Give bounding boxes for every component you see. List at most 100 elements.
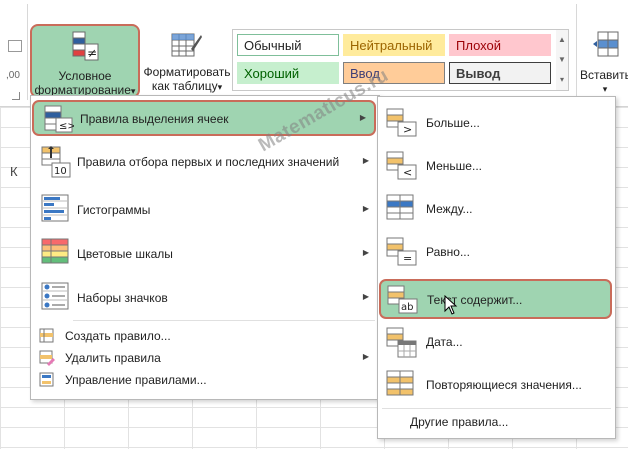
label-line1: Условное	[58, 69, 112, 83]
submenu-item-more-rules[interactable]: Другие правила...	[378, 410, 613, 436]
menu-item-label: Создать правило...	[65, 329, 171, 343]
equal-to-icon: =	[386, 237, 417, 266]
number-format-dropdown[interactable]	[8, 40, 22, 52]
group-separator	[576, 4, 577, 100]
menu-separator	[73, 320, 375, 321]
svg-text:≠: ≠	[87, 46, 97, 60]
mouse-cursor-icon	[444, 295, 458, 315]
submenu-arrow-icon: ▶	[362, 248, 369, 257]
data-bars-icon	[41, 194, 69, 222]
date-occurring-icon	[386, 327, 417, 358]
top-bottom-rules-icon: 10	[41, 146, 71, 178]
menu-item-label: Управление правилами...	[65, 373, 207, 387]
submenu-item-label: Текст содержит...	[427, 293, 523, 307]
submenu-item-text-contains[interactable]: ab Текст содержит...	[379, 279, 612, 319]
style-normal[interactable]: Обычный	[237, 34, 339, 56]
submenu-item-between[interactable]: Между...	[378, 189, 613, 229]
manage-rules-icon	[39, 372, 54, 387]
submenu-arrow-icon: ▶	[362, 204, 369, 213]
submenu-item-label: Другие правила...	[410, 415, 509, 429]
menu-item-label: Цветовые шкалы	[77, 247, 173, 261]
style-label: Вывод	[456, 66, 501, 81]
conditional-formatting-label: Условное форматирование▾	[32, 69, 138, 98]
style-label: Плохой	[456, 38, 502, 53]
menu-item-icon-sets[interactable]: Наборы значков ▶	[31, 280, 377, 314]
conditional-formatting-icon: ≠	[72, 31, 99, 61]
submenu-arrow-icon: ▶	[362, 352, 369, 361]
style-bad[interactable]: Плохой	[449, 34, 551, 56]
ribbon: ,00 ≠ Условное форматирование▾ Форматиро…	[0, 0, 628, 107]
icon-sets-icon	[41, 282, 69, 310]
menu-item-label: Наборы значков	[77, 291, 168, 305]
number-format-group: ,00	[0, 0, 26, 106]
style-label: Хороший	[244, 66, 300, 81]
dialog-launcher-icon[interactable]	[12, 92, 20, 100]
menu-item-new-rule[interactable]: Создать правило...	[31, 325, 377, 347]
submenu-item-date-occurring[interactable]: Дата...	[378, 322, 613, 362]
style-label: Нейтральный	[350, 38, 433, 53]
label-line2: как таблицу	[151, 79, 218, 93]
conditional-formatting-menu: ≤> Правила выделения ячеек ▶ 10 Правила …	[30, 95, 380, 400]
gallery-more-icon[interactable]: ▾	[556, 70, 568, 90]
style-output[interactable]: Вывод	[449, 62, 551, 84]
svg-text:≤>: ≤>	[59, 121, 74, 132]
gallery-scroll[interactable]: ▲ ▼ ▾	[556, 29, 569, 91]
svg-text:10: 10	[54, 166, 67, 177]
submenu-item-label: Между...	[426, 202, 473, 216]
insert-text: Вставить	[580, 68, 628, 82]
format-as-table-button[interactable]: Форматировать как таблицу▾	[143, 28, 231, 98]
decrease-decimal-label[interactable]: ,00	[6, 70, 20, 81]
submenu-arrow-icon: ▶	[362, 156, 369, 165]
format-as-table-label: Форматировать как таблицу▾	[143, 65, 231, 94]
less-than-icon: <	[386, 151, 417, 180]
menu-item-label: Правила отбора первых и последних значен…	[77, 155, 340, 169]
menu-item-manage-rules[interactable]: Управление правилами...	[31, 369, 377, 391]
conditional-formatting-button[interactable]: ≠ Условное форматирование▾	[30, 24, 140, 98]
submenu-item-label: Дата...	[426, 335, 463, 349]
group-separator	[27, 4, 28, 100]
style-label: Обычный	[244, 38, 302, 53]
insert-cells-icon	[593, 31, 619, 57]
submenu-item-greater-than[interactable]: > Больше...	[378, 103, 613, 143]
duplicate-values-icon	[386, 370, 414, 396]
svg-text:<: <	[403, 166, 412, 179]
submenu-arrow-icon: ▶	[362, 292, 369, 301]
menu-item-label: Удалить правила	[65, 351, 161, 365]
menu-item-data-bars[interactable]: Гистограммы ▶	[31, 192, 377, 226]
menu-item-label: Гистограммы	[77, 203, 151, 217]
format-as-table-icon	[171, 33, 202, 57]
submenu-item-label: Равно...	[426, 245, 470, 259]
style-neutral[interactable]: Нейтральный	[343, 34, 445, 56]
dropdown-arrow-icon: ▾	[217, 82, 223, 92]
svg-text:>: >	[403, 123, 412, 136]
submenu-item-label: Меньше...	[426, 159, 482, 173]
insert-cells-button[interactable]: Вставить ▾	[580, 30, 628, 96]
color-scales-icon	[41, 238, 69, 264]
submenu-arrow-icon: ▶	[359, 113, 366, 122]
scroll-down-icon[interactable]: ▼	[556, 50, 568, 70]
menu-item-clear-rules[interactable]: Удалить правила ▶	[31, 347, 377, 369]
highlight-cells-rules-icon: ≤>	[44, 105, 74, 133]
scroll-up-icon[interactable]: ▲	[556, 30, 568, 50]
between-icon	[386, 194, 414, 220]
svg-text:ab: ab	[401, 302, 413, 313]
label-line1: Форматировать	[143, 65, 231, 79]
style-good[interactable]: Хороший	[237, 62, 339, 84]
submenu-item-less-than[interactable]: < Меньше...	[378, 146, 613, 186]
greater-than-icon: >	[386, 108, 417, 137]
submenu-item-label: Больше...	[426, 116, 480, 130]
menu-item-color-scales[interactable]: Цветовые шкалы ▶	[31, 236, 377, 270]
submenu-item-label: Повторяющиеся значения...	[426, 378, 582, 392]
clear-rules-icon	[39, 350, 55, 366]
highlight-cells-submenu: > Больше... < Меньше... Между... = Равно…	[377, 96, 616, 439]
submenu-item-equal-to[interactable]: = Равно...	[378, 232, 613, 272]
menu-item-top-bottom-rules[interactable]: 10 Правила отбора первых и последних зна…	[31, 142, 377, 182]
text-contains-icon: ab	[387, 285, 418, 314]
cell-styles-gallery: Обычный Нейтральный Плохой Хороший Ввод …	[232, 29, 558, 91]
cell-text: К	[10, 164, 18, 179]
submenu-item-duplicate-values[interactable]: Повторяющиеся значения...	[378, 365, 613, 405]
svg-text:=: =	[403, 252, 412, 265]
dropdown-arrow-icon: ▾	[602, 84, 608, 94]
submenu-separator	[382, 408, 611, 409]
menu-item-label: Правила выделения ячеек	[80, 112, 229, 126]
